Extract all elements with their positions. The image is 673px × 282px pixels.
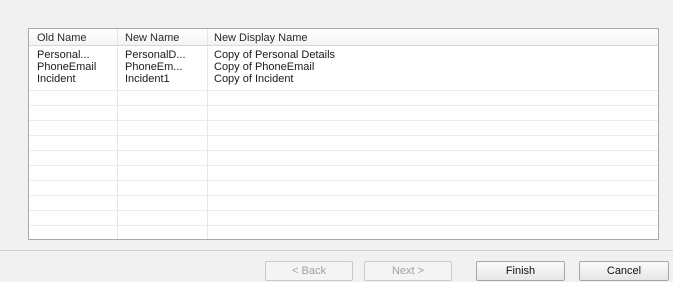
header-new-display-name[interactable]: New Display Name xyxy=(214,31,634,45)
wizard-button-bar: < Back Next > Finish Cancel xyxy=(0,250,673,282)
header-old-name[interactable]: Old Name xyxy=(37,31,119,45)
row-divider xyxy=(29,120,658,121)
row-divider xyxy=(29,165,658,166)
row-divider xyxy=(29,225,658,226)
back-button[interactable]: < Back xyxy=(265,261,353,281)
row-divider xyxy=(29,195,658,196)
rename-table: Old Name New Name New Display Name Perso… xyxy=(28,28,659,240)
row-divider xyxy=(29,150,658,151)
cancel-button[interactable]: Cancel xyxy=(579,261,669,281)
row-divider xyxy=(29,135,658,136)
old-name-cell[interactable]: Incident xyxy=(37,72,119,86)
row-divider xyxy=(29,180,658,181)
row-divider xyxy=(29,105,658,106)
new-display-name-cell[interactable]: Copy of Incident xyxy=(214,72,634,86)
table-header: Old Name New Name New Display Name xyxy=(29,29,658,46)
next-button[interactable]: Next > xyxy=(364,261,452,281)
wizard-content-area: Old Name New Name New Display Name Perso… xyxy=(0,0,673,250)
new-name-cell[interactable]: Incident1 xyxy=(125,72,207,86)
header-new-name[interactable]: New Name xyxy=(125,31,207,45)
finish-button[interactable]: Finish xyxy=(476,261,565,281)
header-divider[interactable] xyxy=(207,29,208,45)
row-divider xyxy=(29,90,658,91)
row-divider xyxy=(29,210,658,211)
column-divider xyxy=(207,29,208,239)
